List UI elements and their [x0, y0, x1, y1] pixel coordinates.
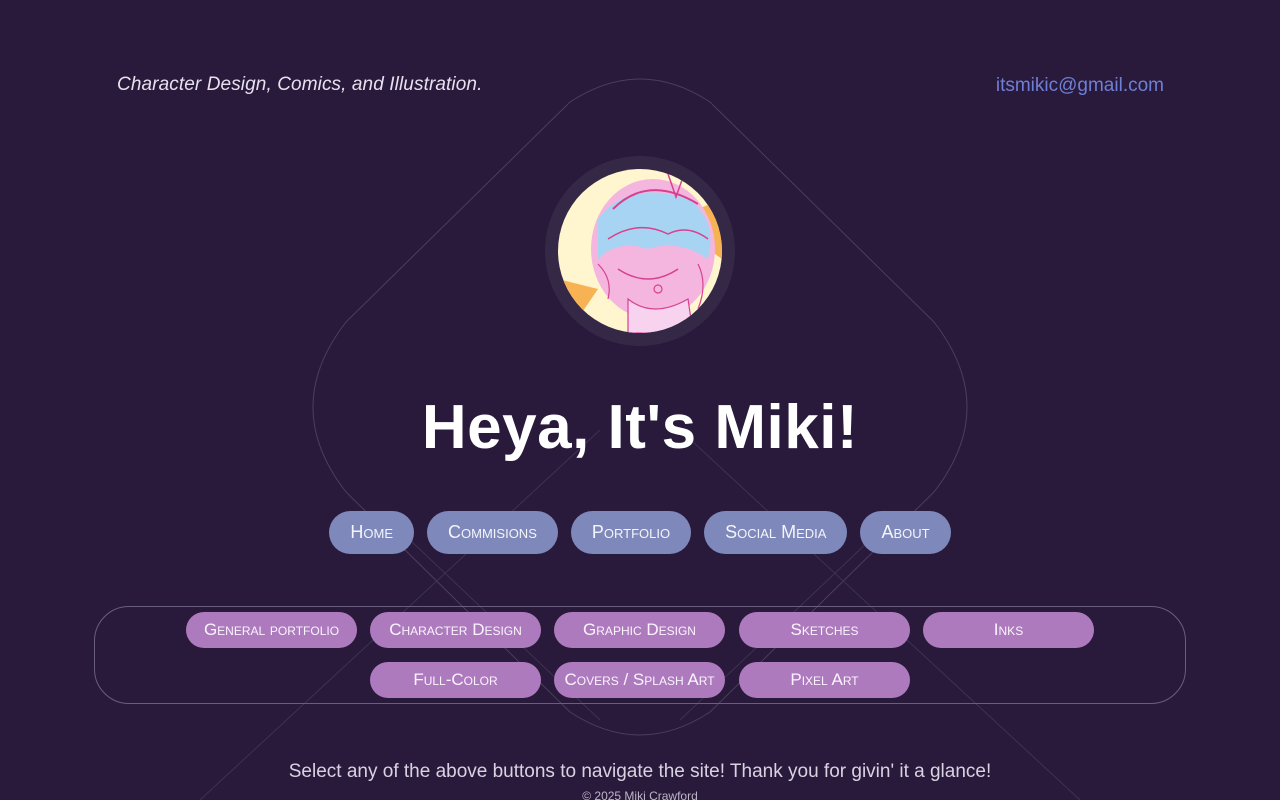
page-title: Heya, It's Miki!: [421, 393, 859, 462]
avatar: [558, 169, 722, 333]
tagline: Character Design, Comics, and Illustrati…: [117, 74, 483, 95]
covers-splash-art-button[interactable]: Covers / Splash Art: [554, 662, 725, 698]
avatar-frame: [545, 156, 735, 346]
copyright: © 2025 Miki Crawford: [582, 789, 698, 800]
pixel-art-button[interactable]: Pixel Art: [739, 662, 910, 698]
avatar-illustration: [558, 169, 722, 333]
main-nav: Home Commisions Portfolio Social Media A…: [0, 511, 1280, 554]
nav-social-media-button[interactable]: Social Media: [704, 511, 848, 554]
page: Character Design, Comics, and Illustrati…: [0, 0, 1280, 800]
general-portfolio-button[interactable]: General portfolio: [186, 612, 357, 648]
email-link[interactable]: itsmikic@gmail.com: [996, 75, 1164, 97]
portfolio-links-panel: General portfolio Character Design Graph…: [94, 606, 1186, 704]
nav-portfolio-button[interactable]: Portfolio: [570, 511, 692, 554]
nav-commissions-button[interactable]: Commisions: [427, 511, 558, 554]
graphic-design-button[interactable]: Graphic Design: [554, 612, 725, 648]
inks-button[interactable]: Inks: [923, 612, 1094, 648]
character-design-button[interactable]: Character Design: [370, 612, 541, 648]
nav-about-button[interactable]: About: [860, 511, 951, 554]
nav-home-button[interactable]: Home: [329, 511, 415, 554]
full-color-button[interactable]: Full-Color: [370, 662, 541, 698]
footer-note: Select any of the above buttons to navig…: [288, 761, 992, 782]
sketches-button[interactable]: Sketches: [739, 612, 910, 648]
